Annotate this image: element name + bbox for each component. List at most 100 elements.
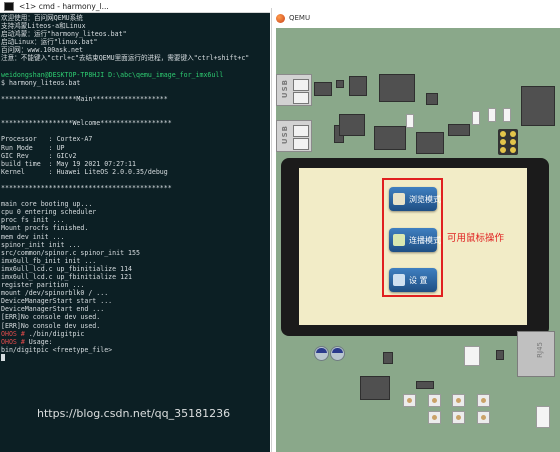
mouse-hint-text: 可用鼠标操作: [447, 233, 505, 244]
usb-port-bottom: USB: [276, 120, 312, 152]
watermark: https://blog.csdn.net/qq_35181236: [37, 407, 231, 420]
cmd-window: <1> cmd - harmony_l... 欢迎使用：百问网QEMU系统 支持鸿…: [0, 0, 270, 452]
board-button[interactable]: [428, 411, 441, 424]
board-button[interactable]: [452, 394, 465, 407]
board-image[interactable]: USB USB 浏览模式 连播模式 设 置 可用鼠标操作 RJ45: [276, 28, 560, 452]
console-command: ./bin/digitpic: [28, 329, 85, 338]
console-line: bin/digitpic <freetype_file>: [1, 345, 113, 354]
slideshow-mode-button[interactable]: 连播模式: [389, 228, 441, 252]
connector: [488, 108, 496, 122]
console-line: 启动Linux：运行"linux.bat": [1, 38, 98, 47]
menu-highlight-box: 浏览模式 连播模式 设 置: [382, 178, 443, 297]
chip: [496, 350, 504, 360]
shell-prompt: OHOS #: [1, 329, 29, 338]
console-line: imx6ull_lcd.c up_fbinitialize 121: [1, 273, 133, 281]
chip: [379, 74, 415, 102]
console-line: imx6ull_lcd.c up_fbinitialize 114: [1, 264, 133, 273]
browse-mode-button[interactable]: 浏览模式: [389, 187, 441, 211]
console-line: Run Mode : UP: [1, 143, 65, 152]
usb-slot: [293, 92, 309, 104]
usb-label: USB: [281, 125, 289, 145]
capacitor: [314, 346, 329, 361]
console-line: Mount procfs finished.: [1, 224, 89, 233]
board-button[interactable]: [477, 394, 490, 407]
console-line: ****************************************…: [1, 183, 172, 192]
settings-icon: [393, 274, 405, 286]
qemu-title: QEMU: [289, 14, 311, 22]
jumper-block: [498, 129, 518, 155]
console-line: register parition ...: [1, 281, 85, 290]
chip: [416, 132, 444, 154]
chip: [360, 376, 390, 400]
console-line: OHOS # Usage:: [1, 338, 269, 346]
board-button[interactable]: [452, 411, 465, 424]
console-line: mount /dev/spinorblk0 / ...: [1, 289, 109, 298]
console-line: Kernel : Huawei LiteOS 2.0.0.35/debug: [1, 167, 168, 176]
console-line: [ERR]No console dev used.: [1, 321, 101, 330]
chip: [339, 114, 365, 136]
console-command: Usage:: [28, 337, 53, 346]
console-line: $ harmony_liteos.bat: [1, 78, 81, 87]
console-line: spinor_init init ...: [1, 240, 81, 249]
console-output[interactable]: 欢迎使用：百问网QEMU系统 支持鸿蒙Liteos-a和Linux 启动鸿蒙：运行"…: [1, 14, 269, 450]
console-line: GIC Rev : GICv2: [1, 151, 77, 160]
console-line: src/common/spinor.c spinor_init 155: [1, 248, 140, 257]
lcd-screen[interactable]: 浏览模式 连播模式 设 置 可用鼠标操作: [299, 168, 527, 325]
console-icon: [4, 1, 14, 11]
rj45-port: RJ45: [517, 331, 555, 377]
console-line: *******************Main*****************…: [1, 94, 168, 103]
cmd-title: <1> cmd - harmony_l...: [19, 1, 109, 11]
usb-slot: [293, 138, 309, 150]
chip: [426, 93, 438, 105]
chip: [383, 352, 393, 364]
chip: [349, 76, 367, 96]
console-line: 支持鸿蒙Liteos-a和Linux: [1, 22, 86, 31]
settings-button[interactable]: 设 置: [389, 268, 437, 292]
console-line: Processor : Cortex-A7: [1, 135, 93, 144]
chip: [416, 381, 434, 389]
console-line: build time : May 19 2021 07:27:11: [1, 159, 136, 168]
usb-slot: [293, 79, 309, 91]
board-button[interactable]: [428, 394, 441, 407]
capacitor: [330, 346, 345, 361]
usb-port-top: USB: [276, 74, 312, 106]
settings-label: 设 置: [409, 275, 428, 285]
connector: [503, 108, 511, 122]
board-button[interactable]: [477, 411, 490, 424]
console-line: 注意：不能键入"ctrl+c"去结束QEMU里面运行的进程，需要键入"ctrl+…: [1, 54, 250, 63]
connector: [406, 114, 414, 128]
console-line: OHOS # ./bin/digitpic: [1, 330, 269, 338]
chip: [336, 80, 344, 88]
console-line: main core booting up...: [1, 200, 93, 209]
shell-prompt: OHOS #: [1, 337, 29, 346]
chip: [521, 86, 555, 126]
usb-slot: [293, 125, 309, 137]
console-line: weidongshan@DESKTOP-TP8HJI D:\abc\qemu_i…: [1, 70, 224, 79]
connector: [464, 346, 480, 366]
console-line: 欢迎使用：百问网QEMU系统: [1, 14, 83, 22]
cmd-title-bar[interactable]: <1> cmd - harmony_l...: [0, 0, 270, 13]
cursor: [1, 354, 5, 362]
qemu-window: QEMU USB USB 浏览模式 连播模式 设 置 可用鼠标操作 RJ45: [271, 8, 560, 452]
console-line: [ERR]No console dev used.: [1, 313, 101, 322]
browse-icon: [393, 193, 405, 205]
slideshow-mode-label: 连播模式: [409, 235, 441, 245]
console-line: DeviceManagerStart end ...: [1, 305, 105, 314]
connector: [472, 111, 480, 125]
qemu-icon: [276, 13, 285, 23]
console-line: ******************Welcome***************…: [1, 119, 172, 128]
board-button[interactable]: [403, 394, 416, 407]
qemu-title-bar[interactable]: QEMU: [272, 8, 560, 28]
browse-mode-label: 浏览模式: [409, 194, 441, 204]
chip: [314, 82, 332, 96]
chip: [448, 124, 470, 136]
lcd-frame: 浏览模式 连播模式 设 置 可用鼠标操作: [281, 158, 549, 336]
console-line: imx6ull_fb_init init ...: [1, 256, 97, 265]
rj45-label: RJ45: [536, 342, 544, 358]
